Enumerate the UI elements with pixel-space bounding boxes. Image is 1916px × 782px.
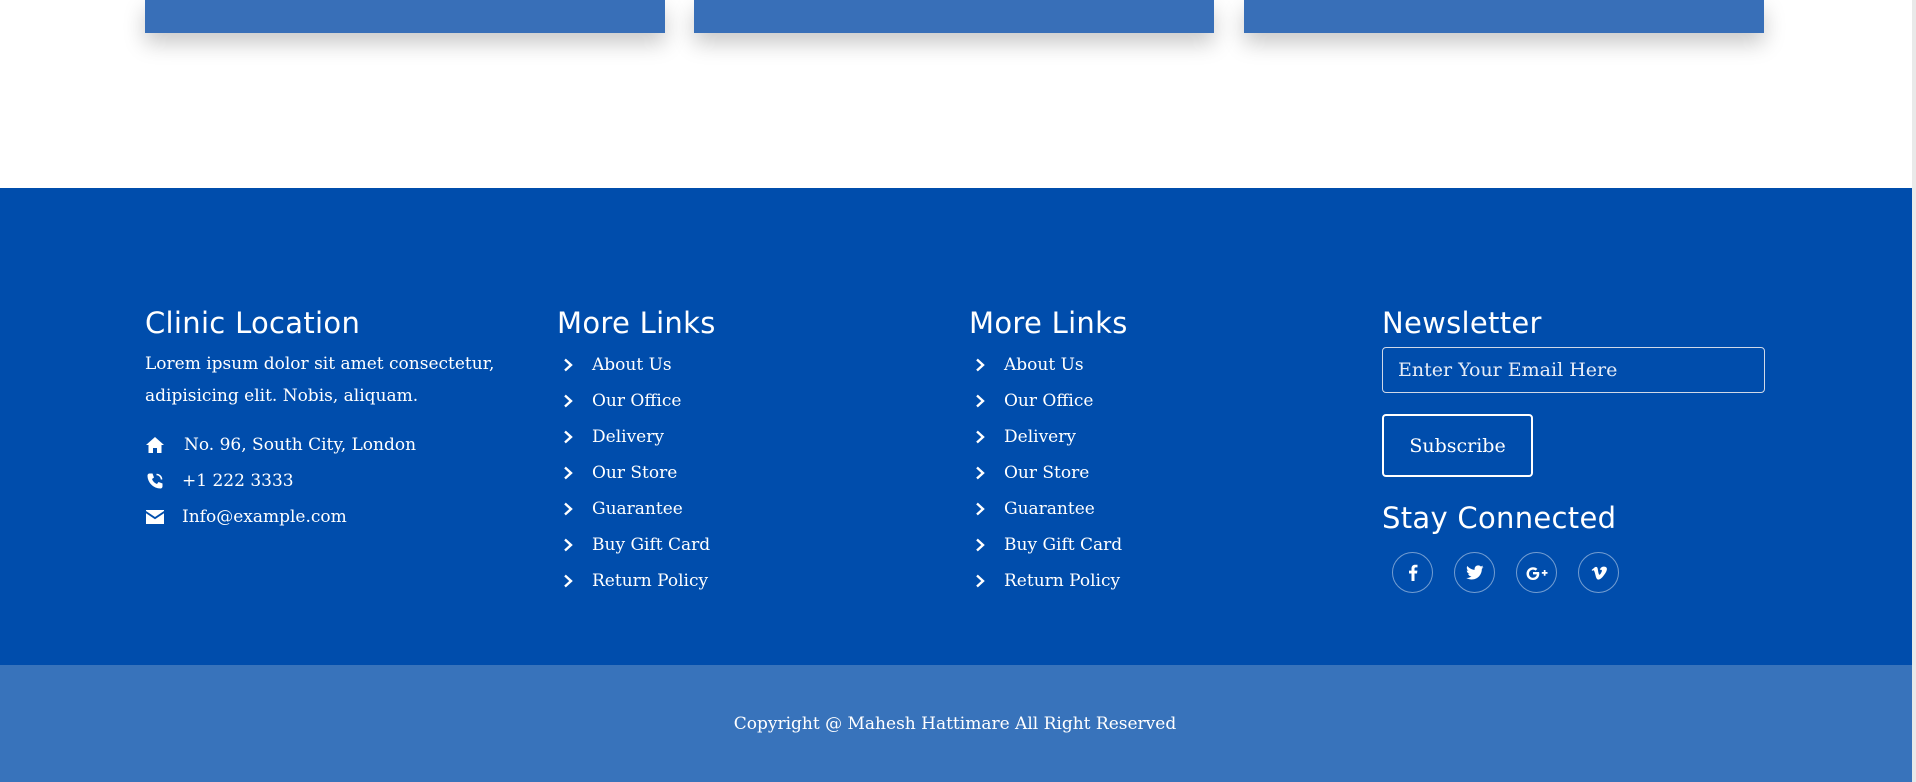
link-our-office[interactable]: Our Office [563, 383, 710, 419]
link-label: Delivery [1004, 427, 1076, 447]
link-return-policy[interactable]: Return Policy [975, 563, 1122, 599]
chevron-right-icon [563, 574, 577, 588]
link-label: Return Policy [1004, 571, 1121, 591]
vimeo-icon[interactable] [1578, 552, 1619, 593]
site-footer: Clinic Location Lorem ipsum dolor sit am… [0, 188, 1912, 665]
chevron-right-icon [563, 502, 577, 516]
chevron-right-icon [975, 538, 989, 552]
envelope-icon [145, 507, 165, 527]
link-our-office[interactable]: Our Office [975, 383, 1122, 419]
chevron-right-icon [975, 574, 989, 588]
clinic-description: Lorem ipsum dolor sit amet consectetur, … [145, 354, 495, 406]
copyright-text: Copyright @ Mahesh Hattimare All Right R… [733, 713, 1177, 734]
chevron-right-icon [975, 502, 989, 516]
links-list: About Us Our Office Delivery Our Store G… [975, 347, 1122, 599]
email-text: Info@example.com [182, 507, 347, 527]
link-about-us[interactable]: About Us [975, 347, 1122, 383]
google-plus-icon[interactable] [1516, 552, 1557, 593]
link-delivery[interactable]: Delivery [975, 419, 1122, 455]
chevron-right-icon [563, 430, 577, 444]
link-delivery[interactable]: Delivery [563, 419, 710, 455]
clinic-location-heading: Clinic Location [145, 306, 361, 340]
link-label: About Us [592, 355, 672, 375]
link-return-policy[interactable]: Return Policy [563, 563, 710, 599]
feature-card [1244, 0, 1764, 33]
page-scrollbar[interactable] [1912, 0, 1916, 782]
home-icon [145, 435, 165, 455]
chevron-right-icon [975, 466, 989, 480]
link-our-store[interactable]: Our Store [563, 455, 710, 491]
link-our-store[interactable]: Our Store [975, 455, 1122, 491]
link-label: Our Store [1004, 463, 1090, 483]
twitter-icon[interactable] [1454, 552, 1495, 593]
link-buy-gift-card[interactable]: Buy Gift Card [975, 527, 1122, 563]
link-buy-gift-card[interactable]: Buy Gift Card [563, 527, 710, 563]
link-about-us[interactable]: About Us [563, 347, 710, 383]
link-label: Our Office [1004, 391, 1094, 411]
social-links [1392, 552, 1619, 593]
feature-card [145, 0, 665, 33]
facebook-icon[interactable] [1392, 552, 1433, 593]
chevron-right-icon [975, 358, 989, 372]
link-label: Our Store [592, 463, 678, 483]
more-links-heading: More Links [969, 306, 1128, 340]
chevron-right-icon [563, 466, 577, 480]
links-list: About Us Our Office Delivery Our Store G… [563, 347, 710, 599]
link-label: Return Policy [592, 571, 709, 591]
subscribe-button[interactable]: Subscribe [1382, 414, 1533, 477]
address-text: No. 96, South City, London [184, 435, 417, 455]
newsletter-heading: Newsletter [1382, 306, 1542, 340]
more-links-heading: More Links [557, 306, 716, 340]
link-guarantee[interactable]: Guarantee [975, 491, 1122, 527]
phone-row: +1 222 3333 [145, 469, 294, 493]
email-row: Info@example.com [145, 505, 347, 529]
stay-connected-heading: Stay Connected [1382, 501, 1617, 535]
phone-text: +1 222 3333 [182, 471, 294, 491]
link-label: About Us [1004, 355, 1084, 375]
phone-icon [145, 471, 165, 491]
chevron-right-icon [563, 394, 577, 408]
chevron-right-icon [563, 358, 577, 372]
link-guarantee[interactable]: Guarantee [563, 491, 710, 527]
chevron-right-icon [975, 430, 989, 444]
link-label: Buy Gift Card [1004, 535, 1123, 555]
link-label: Guarantee [592, 499, 683, 519]
chevron-right-icon [563, 538, 577, 552]
link-label: Guarantee [1004, 499, 1095, 519]
link-label: Buy Gift Card [592, 535, 711, 555]
newsletter-email-input[interactable] [1382, 347, 1765, 393]
chevron-right-icon [975, 394, 989, 408]
link-label: Delivery [592, 427, 664, 447]
copyright-bar: Copyright @ Mahesh Hattimare All Right R… [0, 665, 1916, 782]
address-row: No. 96, South City, London [145, 433, 416, 457]
link-label: Our Office [592, 391, 682, 411]
feature-card [694, 0, 1214, 33]
content-section [0, 0, 1916, 188]
